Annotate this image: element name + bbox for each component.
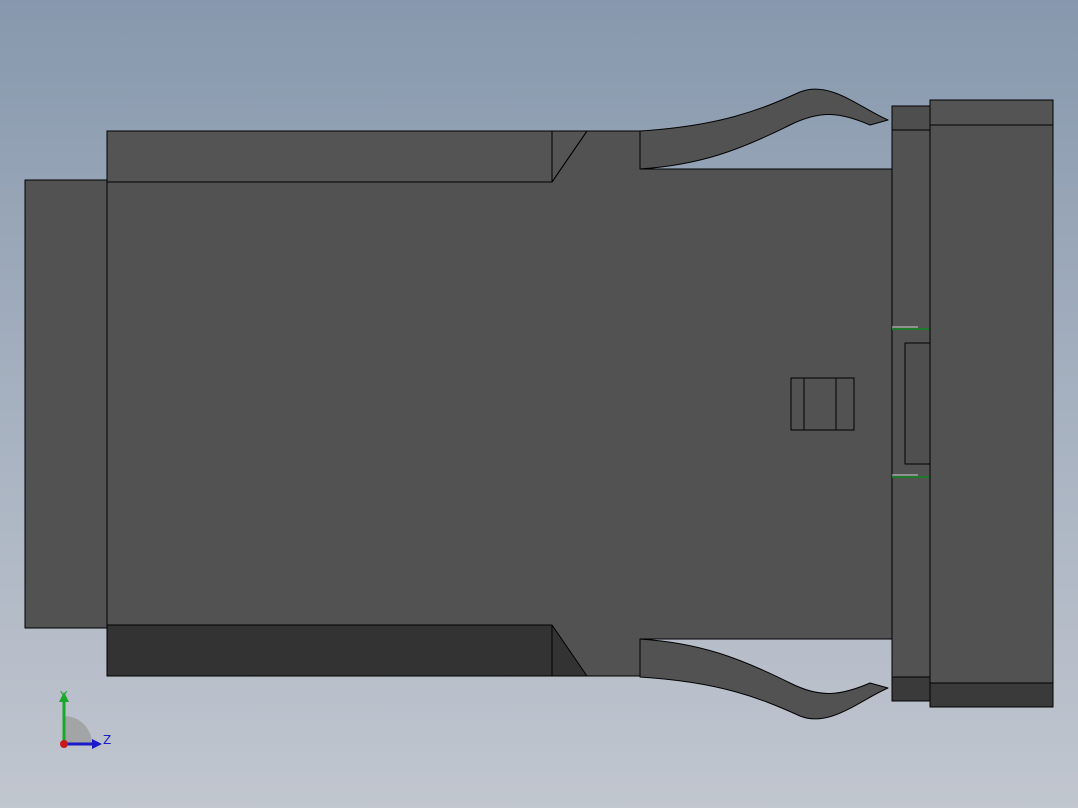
bottom-rail — [106, 624, 588, 677]
z-axis-label: Z — [103, 733, 111, 747]
plug-section — [24, 179, 108, 629]
triad-quadrant — [64, 716, 92, 744]
top-rail — [106, 130, 588, 183]
z-axis-arrow — [92, 739, 102, 749]
flange-slot — [904, 342, 931, 465]
bottom-latch-arm — [639, 638, 889, 720]
latch-window — [790, 377, 855, 431]
orientation-triad: Y Z — [59, 689, 111, 749]
main-body — [106, 130, 893, 677]
y-axis-label: Y — [59, 689, 68, 703]
top-latch-arm — [639, 88, 889, 170]
end-cap — [929, 99, 1054, 708]
x-axis-dot — [60, 740, 68, 748]
graphics-viewport[interactable]: Y Z — [0, 0, 1078, 808]
connector-part-model[interactable] — [0, 0, 1078, 808]
